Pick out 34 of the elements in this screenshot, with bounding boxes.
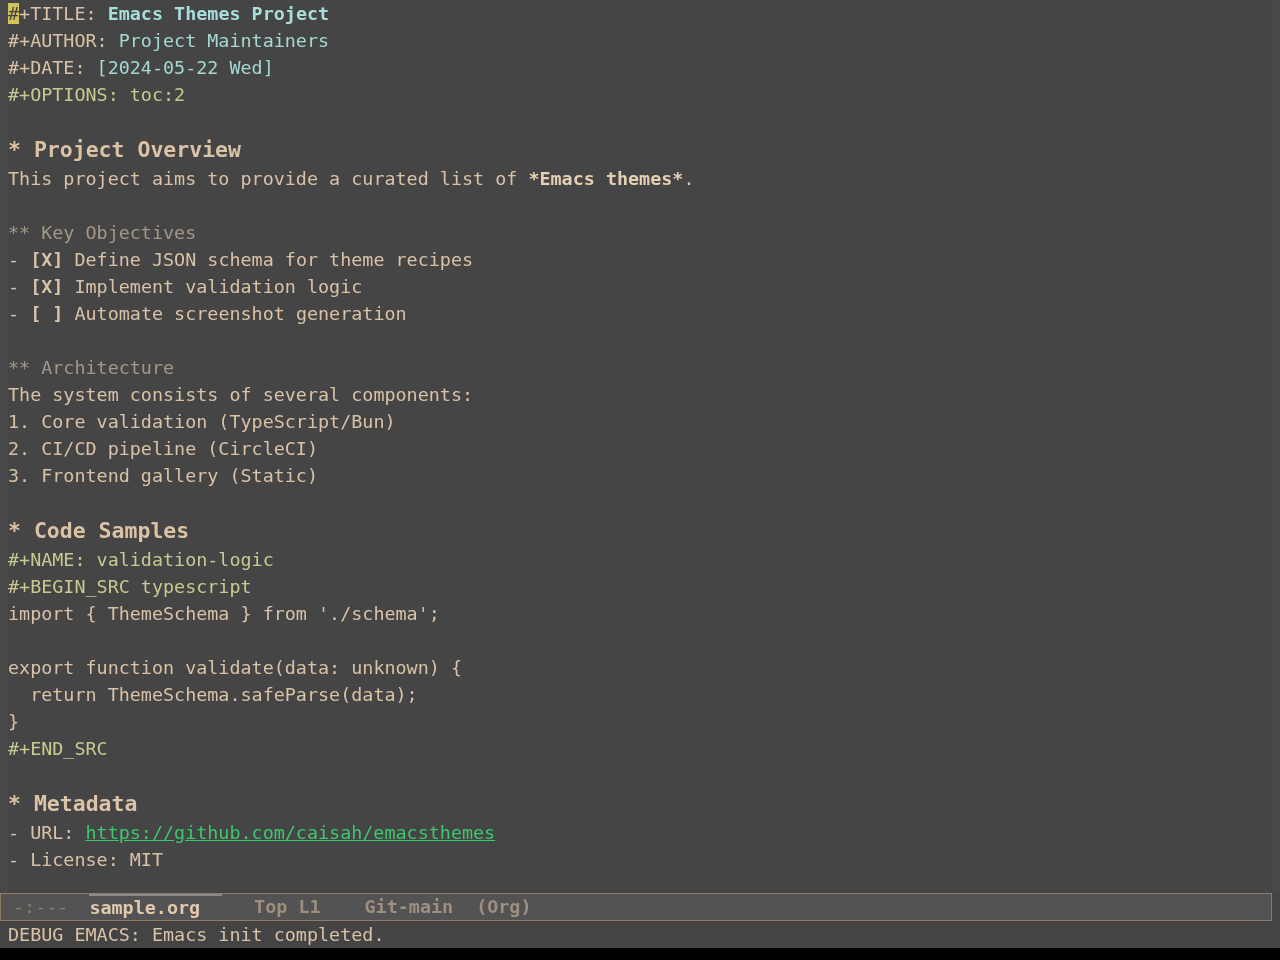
url-link[interactable]: https://github.com/caisah/emacsthemes (85, 819, 496, 846)
heading: * Project Overview (8, 136, 241, 164)
keyword-line: #+BEGIN_SRC typescript (8, 575, 252, 599)
checklist-item: - [X] Define JSON schema for theme recipes (8, 248, 474, 272)
keyword-line: #+NAME: validation-logic (8, 548, 274, 572)
text-line: - License: MIT (8, 848, 163, 872)
keyword-line: #+END_SRC (8, 737, 108, 761)
code-line: export function validate(data: unknown) { (8, 656, 462, 680)
git-branch: Git-main (364, 895, 454, 919)
line-position: Top L1 (254, 895, 321, 919)
subheading: ** Key Objectives (8, 221, 197, 245)
keyword-line: #+OPTIONS: toc:2 (8, 83, 186, 107)
keyword-value: [2024-05-22 Wed] (96, 56, 274, 80)
text-line: The system consists of several components: (8, 383, 474, 407)
text-line: 2. CI/CD pipeline (CircleCI) (8, 437, 319, 461)
keyword-value: Project Maintainers (118, 29, 330, 53)
checklist-item: - [X] Implement validation logic (8, 275, 363, 299)
echo-message: DEBUG EMACS: Emacs init completed. (8, 923, 385, 947)
subheading: ** Architecture (8, 356, 175, 380)
paragraph: This project aims to provide a curated list of *Emacs themes*. (8, 167, 695, 191)
heading: * Metadata (8, 790, 138, 818)
code-line: import { ThemeSchema } from './schema'; (8, 602, 440, 626)
heading: * Code Samples (8, 517, 190, 545)
keyword-label: #+AUTHOR: (8, 29, 108, 53)
major-mode: (Org) (476, 895, 532, 919)
code-line: } (8, 710, 20, 734)
list-label: - URL: (8, 821, 75, 845)
buffer-status: -:--- (13, 895, 69, 919)
text-line: 1. Core validation (TypeScript/Bun) (8, 410, 396, 434)
code-line: return ThemeSchema.safeParse(data); (29, 683, 418, 707)
text-line: 3. Frontend gallery (Static) (8, 464, 319, 488)
checklist-item: - [ ] Automate screenshot generation (8, 302, 407, 326)
document-title: Emacs Themes Project (107, 2, 330, 26)
keyword-label: #+DATE: (8, 56, 86, 80)
